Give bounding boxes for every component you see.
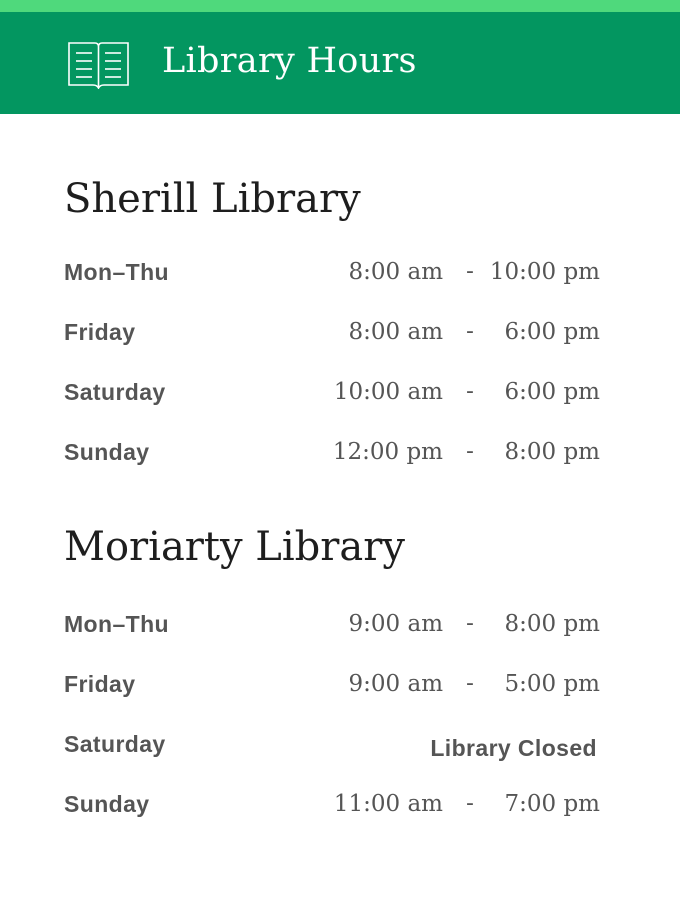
hours-row-sunday: Sunday 12:00 pm - 8:00 pm — [64, 439, 600, 479]
open-time: 12:00 pm — [332, 439, 443, 465]
time-separator: - — [466, 611, 474, 636]
hours-row-friday: Friday 9:00 am - 5:00 pm — [64, 671, 600, 711]
close-time: 6:00 pm — [504, 379, 601, 405]
close-time: 8:00 pm — [504, 611, 601, 637]
day-label: Mon–Thu — [64, 611, 169, 637]
open-time: 8:00 am — [348, 319, 443, 345]
day-label: Sunday — [64, 439, 150, 465]
close-time: 8:00 pm — [504, 439, 601, 465]
close-time: 10:00 pm — [489, 259, 600, 285]
time-separator: - — [466, 791, 474, 816]
library-name: Moriarty Library — [64, 524, 405, 570]
hours-row-mon-thu: Mon–Thu 8:00 am - 10:00 pm — [64, 259, 600, 299]
open-time: 11:00 am — [333, 791, 443, 817]
close-time: 6:00 pm — [504, 319, 601, 345]
hours-row-mon-thu: Mon–Thu 9:00 am - 8:00 pm — [64, 611, 600, 651]
open-time: 10:00 am — [333, 379, 443, 405]
page-title: Library Hours — [162, 41, 417, 81]
hours-row-sunday: Sunday 11:00 am - 7:00 pm — [64, 791, 600, 831]
time-separator: - — [466, 379, 474, 404]
open-time: 9:00 am — [348, 611, 443, 637]
day-label: Mon–Thu — [64, 259, 169, 285]
time-separator: - — [466, 319, 474, 344]
close-time: 5:00 pm — [504, 671, 601, 697]
app-header: Library Hours — [0, 12, 680, 114]
day-label: Saturday — [64, 731, 166, 757]
time-separator: - — [466, 671, 474, 696]
top-accent-stripe — [0, 0, 680, 12]
library-name: Sherill Library — [64, 176, 361, 222]
time-separator: - — [466, 439, 474, 464]
day-label: Saturday — [64, 379, 166, 405]
hours-row-saturday: Saturday Library Closed — [64, 731, 600, 771]
open-time: 8:00 am — [348, 259, 443, 285]
hours-row-saturday: Saturday 10:00 am - 6:00 pm — [64, 379, 600, 419]
open-book-icon — [68, 42, 129, 89]
day-label: Friday — [64, 671, 136, 697]
time-separator: - — [466, 259, 474, 284]
open-time: 9:00 am — [348, 671, 443, 697]
closed-notice: Library Closed — [430, 735, 597, 761]
hours-row-friday: Friday 8:00 am - 6:00 pm — [64, 319, 600, 359]
close-time: 7:00 pm — [504, 791, 601, 817]
day-label: Sunday — [64, 791, 150, 817]
day-label: Friday — [64, 319, 136, 345]
